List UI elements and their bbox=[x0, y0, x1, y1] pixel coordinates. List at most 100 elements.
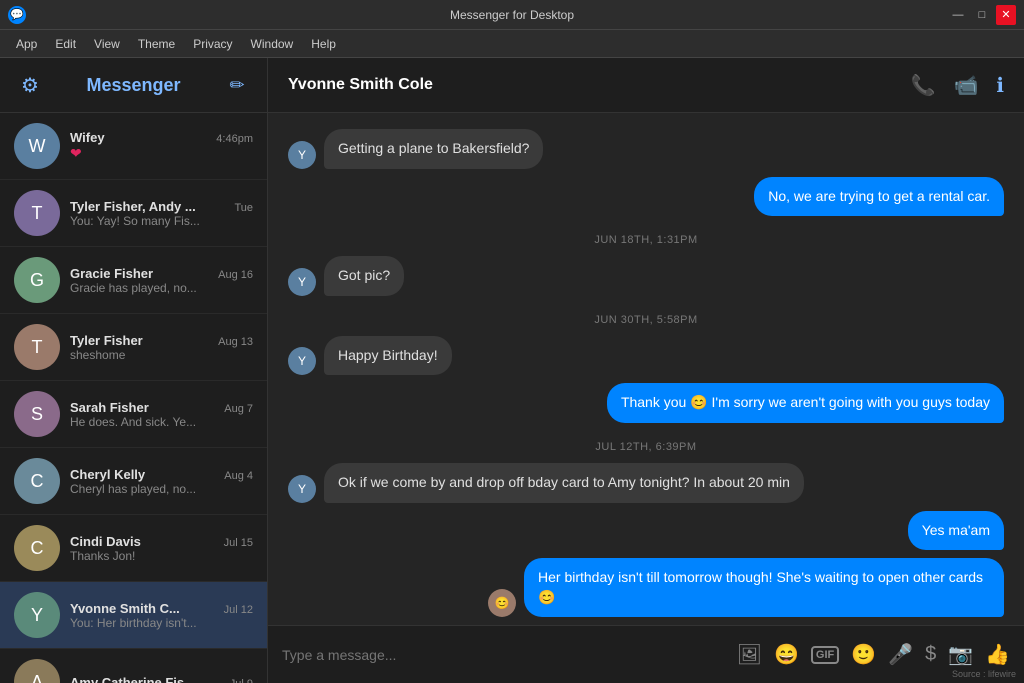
gif-button[interactable]: GIF bbox=[811, 646, 839, 664]
message-bubble: Yes ma'am bbox=[908, 511, 1004, 551]
source-badge: Source : lifewire bbox=[952, 669, 1016, 679]
message-bubble: Ok if we come by and drop off bday card … bbox=[324, 463, 804, 503]
contact-name: Tyler Fisher bbox=[70, 333, 143, 348]
contact-item[interactable]: GGracie FisherAug 16Gracie has played, n… bbox=[0, 247, 267, 314]
contact-info: Wifey 4:46pm❤ bbox=[70, 130, 253, 162]
contact-name-row: Gracie Fisher Aug 16 bbox=[70, 266, 253, 281]
timestamp-divider: JUN 18TH, 1:31PM bbox=[288, 224, 1004, 252]
contact-time: Jul 12 bbox=[224, 604, 253, 616]
contact-time: Aug 16 bbox=[218, 269, 253, 281]
app-icon: 💬 bbox=[8, 6, 26, 24]
message-bubble: Getting a plane to Bakersfield? bbox=[324, 129, 543, 169]
contact-item[interactable]: TTyler Fisher, Andy ...TueYou: Yay! So m… bbox=[0, 180, 267, 247]
message-bubble: No, we are trying to get a rental car. bbox=[754, 177, 1004, 217]
contact-name: Tyler Fisher, Andy ... bbox=[70, 199, 196, 214]
avatar: C bbox=[14, 458, 60, 504]
contact-time: Tue bbox=[234, 202, 253, 214]
contact-info: Amy Catherine Fis...Jul 9 bbox=[70, 675, 253, 683]
info-icon[interactable]: ℹ bbox=[996, 73, 1004, 98]
close-button[interactable]: ✕ bbox=[996, 5, 1016, 25]
chat-input-area: 🖼 😄 GIF 🙂 🎤 $ 📷 👍 bbox=[268, 625, 1024, 683]
contact-info: Cheryl KellyAug 4Cheryl has played, no..… bbox=[70, 467, 253, 496]
menu-item-privacy[interactable]: Privacy bbox=[185, 34, 240, 54]
contact-info: Gracie Fisher Aug 16Gracie has played, no… bbox=[70, 266, 253, 295]
menu-item-edit[interactable]: Edit bbox=[47, 34, 84, 54]
window-controls: — □ ✕ bbox=[948, 5, 1016, 25]
sticker-icon[interactable]: 🖼 bbox=[737, 642, 762, 667]
avatar: Y bbox=[14, 592, 60, 638]
mic-icon[interactable]: 🎤 bbox=[888, 642, 913, 667]
settings-icon[interactable]: ⚙ bbox=[16, 71, 44, 99]
contact-item[interactable]: S Sarah FisherAug 7He does. And sick. Ye.… bbox=[0, 381, 267, 448]
contact-info: Tyler Fisher, Andy ...TueYou: Yay! So ma… bbox=[70, 199, 253, 228]
message-avatar: Y bbox=[288, 141, 316, 169]
chat-header: Yvonne Smith Cole 📞 📹 ℹ bbox=[268, 58, 1024, 113]
contact-time: 4:46pm bbox=[216, 133, 253, 145]
minimize-button[interactable]: — bbox=[948, 5, 968, 25]
message-row: Y Ok if we come by and drop off bday card… bbox=[288, 463, 1004, 503]
menu-item-window[interactable]: Window bbox=[243, 34, 302, 54]
title-bar: 💬 Messenger for Desktop — □ ✕ bbox=[0, 0, 1024, 30]
compose-icon[interactable]: ✏ bbox=[223, 71, 251, 99]
message-row: No, we are trying to get a rental car. bbox=[288, 177, 1004, 217]
contact-item[interactable]: C Cheryl KellyAug 4Cheryl has played, no.… bbox=[0, 448, 267, 515]
contact-list: W Wifey 4:46pm❤ T Tyler Fisher, Andy ... Tue Y… bbox=[0, 113, 267, 683]
sidebar: ⚙ Messenger ✏ W Wifey 4:46pm❤ T Tyler Fisher… bbox=[0, 58, 268, 683]
title-bar-left: 💬 bbox=[8, 6, 26, 24]
contact-name: Gracie Fisher bbox=[70, 266, 153, 281]
message-input[interactable] bbox=[282, 647, 725, 663]
timestamp-divider: JUN 30TH, 5:58PM bbox=[288, 304, 1004, 332]
contact-item[interactable]: YYvonne Smith C...Jul 12You: Her birthda… bbox=[0, 582, 267, 649]
contact-preview: Cheryl has played, no... bbox=[70, 482, 253, 496]
contact-item[interactable]: CCindi DavisJul 15Thanks Jon! bbox=[0, 515, 267, 582]
avatar: T bbox=[14, 190, 60, 236]
contact-item[interactable]: AAmy Catherine Fis...Jul 9 bbox=[0, 649, 267, 683]
menu-item-help[interactable]: Help bbox=[303, 34, 344, 54]
dollar-icon[interactable]: $ bbox=[925, 643, 936, 666]
contact-preview: Thanks Jon! bbox=[70, 549, 253, 563]
message-bubble: Happy Birthday! bbox=[324, 336, 452, 376]
messages-container: Y Getting a plane to Bakersfield? No, we a… bbox=[268, 113, 1024, 625]
contact-info: Cindi DavisJul 15Thanks Jon! bbox=[70, 534, 253, 563]
contact-name: Yvonne Smith C... bbox=[70, 601, 180, 616]
contact-preview: ❤ bbox=[70, 145, 253, 162]
sidebar-header: ⚙ Messenger ✏ bbox=[0, 58, 267, 113]
app-body: ⚙ Messenger ✏ W Wifey 4:46pm❤ T Tyler Fisher… bbox=[0, 58, 1024, 683]
contact-item[interactable]: TTyler FisherAug 13sheshome bbox=[0, 314, 267, 381]
contact-time: Aug 4 bbox=[224, 470, 253, 482]
timestamp-divider: JUL 12TH, 6:39PM bbox=[288, 431, 1004, 459]
contact-time: Aug 13 bbox=[218, 336, 253, 348]
contact-info: Sarah FisherAug 7He does. And sick. Ye..… bbox=[70, 400, 253, 429]
sender-avatar: 😊 bbox=[488, 589, 516, 617]
avatar: S bbox=[14, 391, 60, 437]
contact-name-row: Yvonne Smith C... Jul 12 bbox=[70, 601, 253, 616]
video-icon[interactable]: 📹 bbox=[953, 73, 978, 98]
avatar: W bbox=[14, 123, 60, 169]
contact-name: Sarah Fisher bbox=[70, 400, 149, 415]
contact-preview: sheshome bbox=[70, 348, 253, 362]
contact-preview: Gracie has played, no... bbox=[70, 281, 253, 295]
contact-name: Wifey bbox=[70, 130, 105, 145]
message-row: Thank you 😊 I'm sorry we aren't going wi… bbox=[288, 383, 1004, 423]
contact-name-row: Wifey 4:46pm bbox=[70, 130, 253, 145]
contact-name-row: Cindi DavisJul 15 bbox=[70, 534, 253, 549]
contact-name-row: Amy Catherine Fis...Jul 9 bbox=[70, 675, 253, 683]
contact-item[interactable]: W Wifey 4:46pm❤ bbox=[0, 113, 267, 180]
emoji-icon[interactable]: 🙂 bbox=[851, 642, 876, 667]
message-avatar: Y bbox=[288, 347, 316, 375]
phone-icon[interactable]: 📞 bbox=[911, 73, 936, 98]
menu-item-theme[interactable]: Theme bbox=[130, 34, 183, 54]
camera-icon[interactable]: 📷 bbox=[948, 642, 973, 667]
emoji-gif-icon[interactable]: 😄 bbox=[774, 642, 799, 667]
menu-item-app[interactable]: App bbox=[8, 34, 45, 54]
menu-item-view[interactable]: View bbox=[86, 34, 128, 54]
message-avatar: Y bbox=[288, 475, 316, 503]
message-row: Her birthday isn't till tomorrow though!… bbox=[288, 558, 1004, 617]
chat-area: Yvonne Smith Cole 📞 📹 ℹ Y Getting a plane… bbox=[268, 58, 1024, 683]
message-row: Y Happy Birthday! bbox=[288, 336, 1004, 376]
contact-time: Jul 15 bbox=[224, 537, 253, 549]
contact-info: Yvonne Smith C...Jul 12You: Her birthday… bbox=[70, 601, 253, 630]
message-row: Yes ma'am bbox=[288, 511, 1004, 551]
maximize-button[interactable]: □ bbox=[972, 5, 992, 25]
like-icon[interactable]: 👍 bbox=[985, 642, 1010, 667]
